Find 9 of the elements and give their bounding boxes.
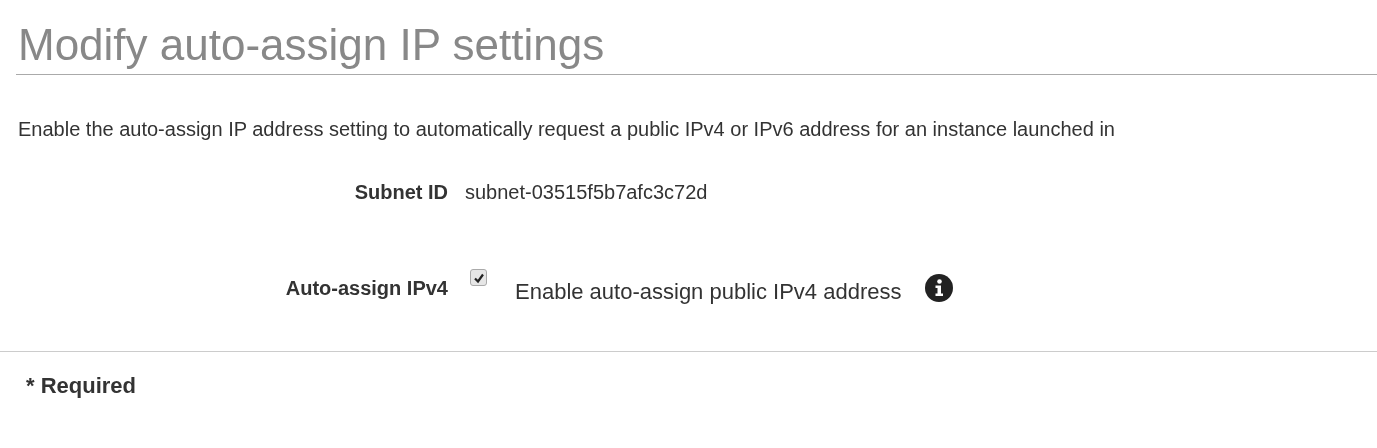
- info-icon[interactable]: [925, 274, 954, 302]
- field-value: subnet-03515f5b7afc3c72d: [464, 180, 708, 205]
- field-label: Auto-assign IPv4: [285, 277, 448, 299]
- description: Enable the auto-assign IP address setting to automatically request a public IPv4 or IPv6 address for an instance launched in: [17, 117, 1115, 142]
- required-note: * Required: [26, 373, 137, 398]
- checkbox-label[interactable]: Enable auto-assign public IPv4 address: [515, 274, 902, 308]
- page-title: Modify auto-assign IP settings: [17, 19, 605, 71]
- field-label: Subnet ID: [354, 181, 448, 203]
- checkbox[interactable]: [470, 269, 487, 286]
